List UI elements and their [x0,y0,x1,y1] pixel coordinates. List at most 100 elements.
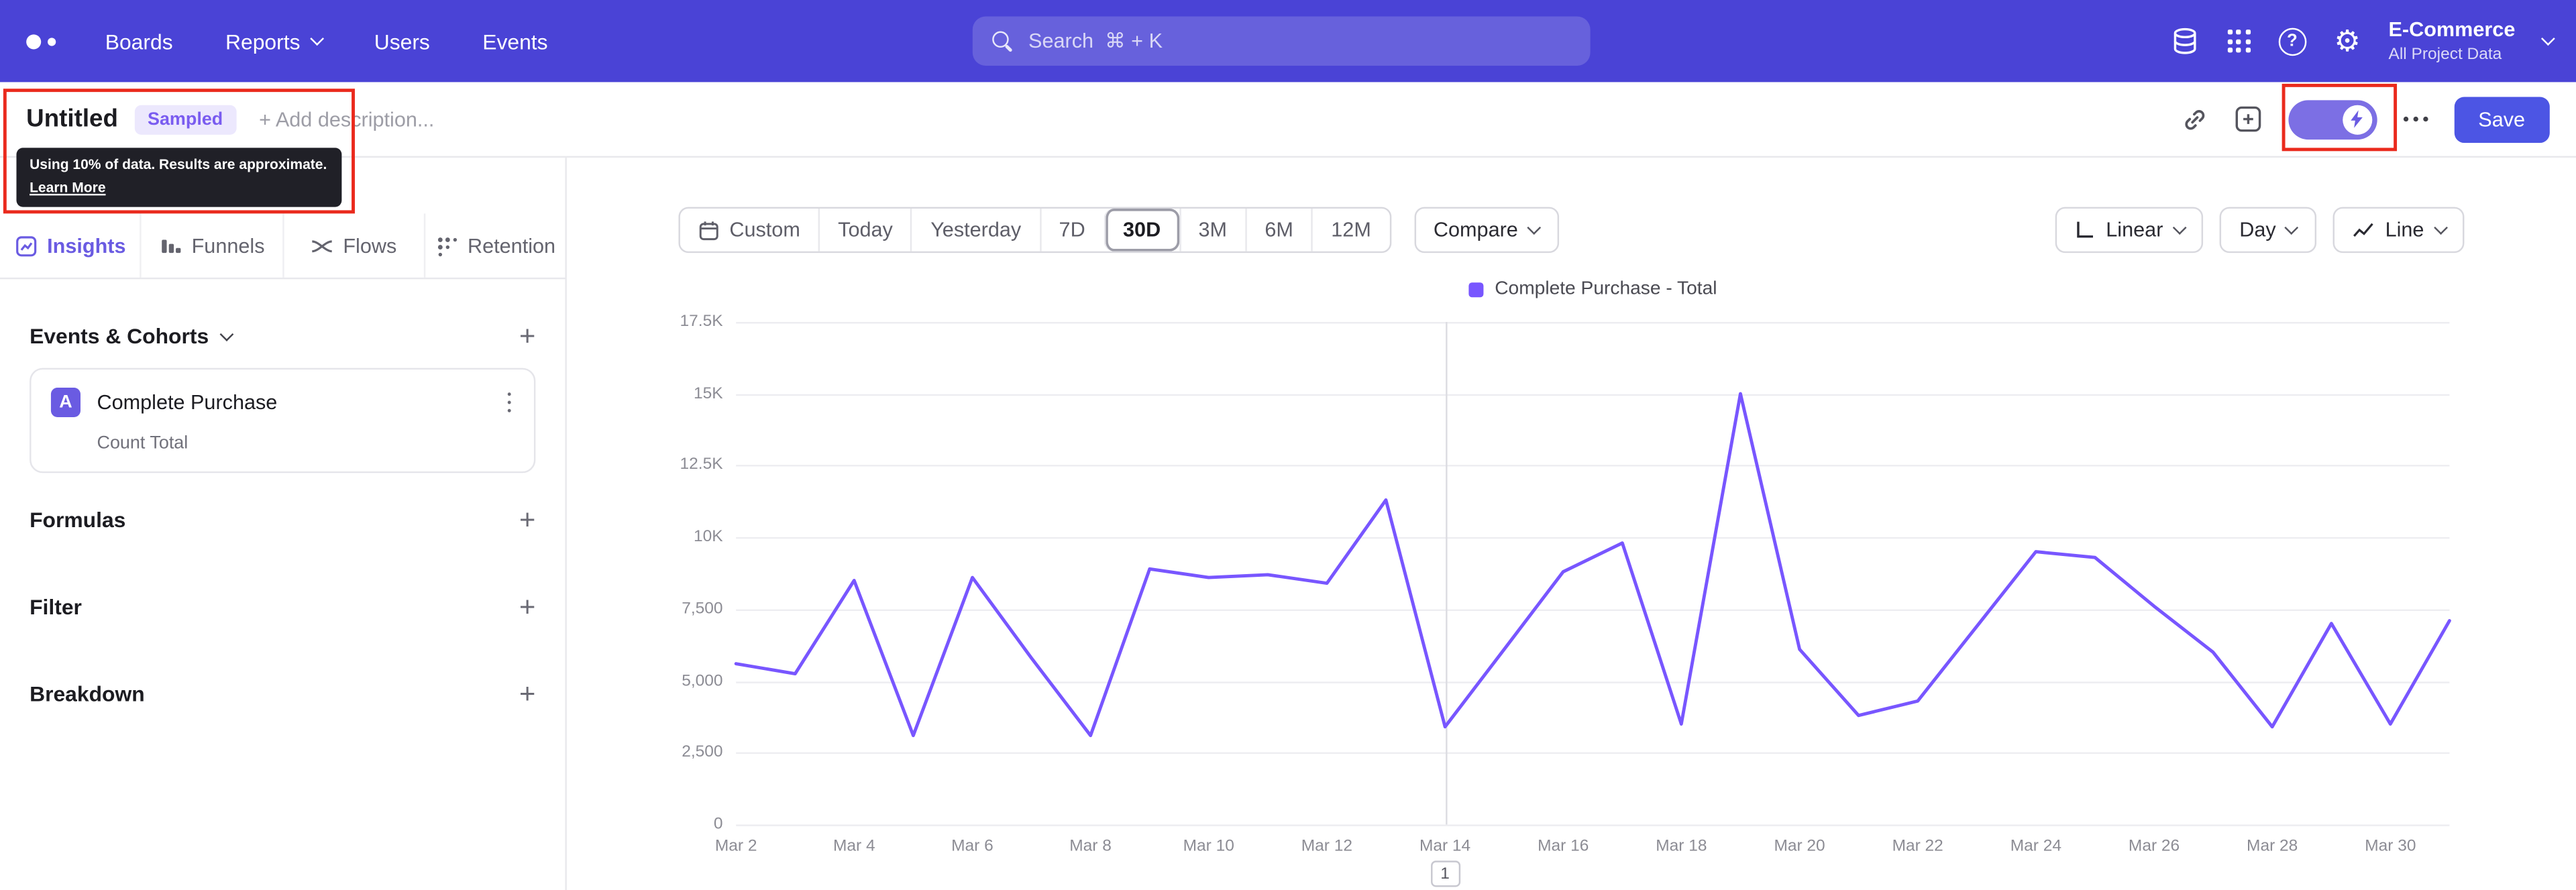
button-label: Linear [2106,218,2163,242]
series-line[interactable] [734,392,2451,738]
events-cohorts-title[interactable]: Events & Cohorts [30,323,234,349]
range-custom[interactable]: Custom [680,209,818,252]
tab-funnels[interactable]: Funnels [142,213,284,278]
report-type-tabs: Insights Funnels Flows Retention [0,213,566,280]
date-range-segmented-control: Custom Today Yesterday 7D 30D 3M 6M 12M [678,207,1391,254]
nav-label: Reports [225,28,301,54]
nav-label: Boards [105,28,173,54]
event-name: Complete Purchase [97,390,278,414]
more-options-icon[interactable] [2402,116,2428,122]
sampled-badge[interactable]: Sampled [134,104,236,134]
chart-legend: Complete Purchase - Total [736,279,2449,299]
nav-item-users[interactable]: Users [374,29,430,54]
chevron-down-icon[interactable] [2540,32,2555,46]
chevron-down-icon [1527,221,1541,234]
sampling-toggle[interactable] [2288,99,2377,139]
annotation-marker[interactable]: 1 [1430,860,1460,887]
range-today[interactable]: Today [818,209,911,252]
line-chart-icon [2353,223,2373,237]
copy-link-icon[interactable] [2181,106,2207,132]
help-icon[interactable]: ? [2278,27,2306,56]
flows-icon [311,239,332,252]
chevron-down-icon [2286,221,2299,234]
x-axis-tick-label: Mar 2 [714,837,757,856]
navbar-right: ? ⚙ E-Commerce All Project Data [2169,0,2555,82]
x-axis-tick-label: Mar 16 [1538,837,1589,856]
range-6m[interactable]: 6M [1245,209,1311,252]
section-label: Filter [30,594,82,620]
report-title[interactable]: Untitled [26,105,118,133]
top-navbar: Boards Reports Users Events ? ⚙ E-Commer… [0,0,2576,82]
add-breakdown-button[interactable]: + [519,680,535,708]
range-12m[interactable]: 12M [1311,209,1389,252]
nav-item-reports[interactable]: Reports [225,28,324,54]
tab-insights[interactable]: Insights [0,213,142,278]
nav-label: Users [374,28,430,54]
y-axis-tick-label: 17.5K [680,313,723,331]
help-glyph: ? [2287,31,2298,51]
settings-gear-icon[interactable]: ⚙ [2334,26,2361,56]
add-formula-button[interactable]: + [519,506,535,534]
tab-label: Retention [468,233,556,258]
scale-wrapper: Boards Reports Users Events ? ⚙ E-Commer… [0,0,2576,890]
chevron-down-icon [2433,221,2447,234]
range-yesterday[interactable]: Yesterday [910,209,1039,252]
save-button[interactable]: Save [2453,96,2550,142]
add-description-field[interactable]: + Add description... [259,107,434,130]
range-30d[interactable]: 30D [1103,209,1179,252]
granularity-selector[interactable]: Day [2219,207,2316,254]
global-search[interactable] [972,16,1591,66]
nav-item-boards[interactable]: Boards [105,29,173,54]
y-axis-tick-label: 10K [693,528,723,547]
chart-canvas[interactable]: 0 2,500 5,000 7,500 10K 12.5K 15K 17.5K Mar 2 Mar… [567,158,2576,890]
tooltip-learn-more-link[interactable]: Learn More [30,178,329,197]
query-builder-sidebar: Insights Funnels Flows Retention Events [0,158,567,890]
x-axis-tick-label: Mar 14 [1419,837,1471,856]
report-header-actions: Save [2181,96,2550,142]
event-card[interactable]: A Complete Purchase Count Total [30,368,536,474]
apps-grid-icon[interactable] [2227,30,2251,53]
x-axis-tick-label: Mar 30 [2365,837,2416,856]
tab-flows[interactable]: Flows [283,213,425,278]
gridline [736,824,2450,826]
project-switcher[interactable]: E-Commerce All Project Data [2389,17,2516,65]
search-input[interactable] [1028,30,1571,53]
range-label: Today [838,218,893,242]
project-subtitle: All Project Data [2388,45,2502,64]
legend-label: Complete Purchase - Total [1495,279,1717,299]
chevron-down-icon [219,326,234,341]
x-axis-tick-label: Mar 28 [2247,837,2298,856]
event-menu-icon[interactable] [504,389,515,416]
button-label: Compare [1433,218,1518,242]
tab-label: Insights [47,233,126,258]
chart-type-selector[interactable]: Line [2332,207,2465,254]
range-label: 6M [1265,218,1293,242]
range-3m[interactable]: 3M [1179,209,1245,252]
button-label: Day [2239,218,2276,242]
chart-controls: Linear Day Line [2055,207,2465,254]
add-filter-button[interactable]: + [519,593,535,621]
range-label: Yesterday [930,218,1022,242]
mixpanel-logo-icon[interactable] [26,34,56,49]
x-axis-tick-label: Mar 24 [2010,837,2061,856]
section-label: Events & Cohorts [30,323,209,349]
range-7d[interactable]: 7D [1039,209,1103,252]
breakdown-section: Breakdown + [0,680,565,708]
retention-icon [437,236,457,256]
add-to-board-icon[interactable] [2233,105,2261,133]
button-label: Line [2385,218,2424,242]
calendar-icon [699,221,718,239]
tab-retention[interactable]: Retention [425,213,566,278]
compare-button[interactable]: Compare [1413,207,1558,254]
scale-selector[interactable]: Linear [2055,207,2204,254]
linear-axis-icon [2076,221,2093,238]
add-event-button[interactable]: + [519,322,535,350]
toggle-knob [2342,104,2372,134]
data-management-icon[interactable] [2169,26,2199,56]
event-metric[interactable]: Count Total [97,434,514,453]
tab-label: Flows [343,233,397,258]
x-axis-tick-label: Mar 8 [1069,837,1112,856]
x-axis-tick-label: Mar 22 [1892,837,1943,856]
nav-item-events[interactable]: Events [482,29,547,54]
report-header: Untitled Sampled + Add description... Sa… [0,82,2576,158]
